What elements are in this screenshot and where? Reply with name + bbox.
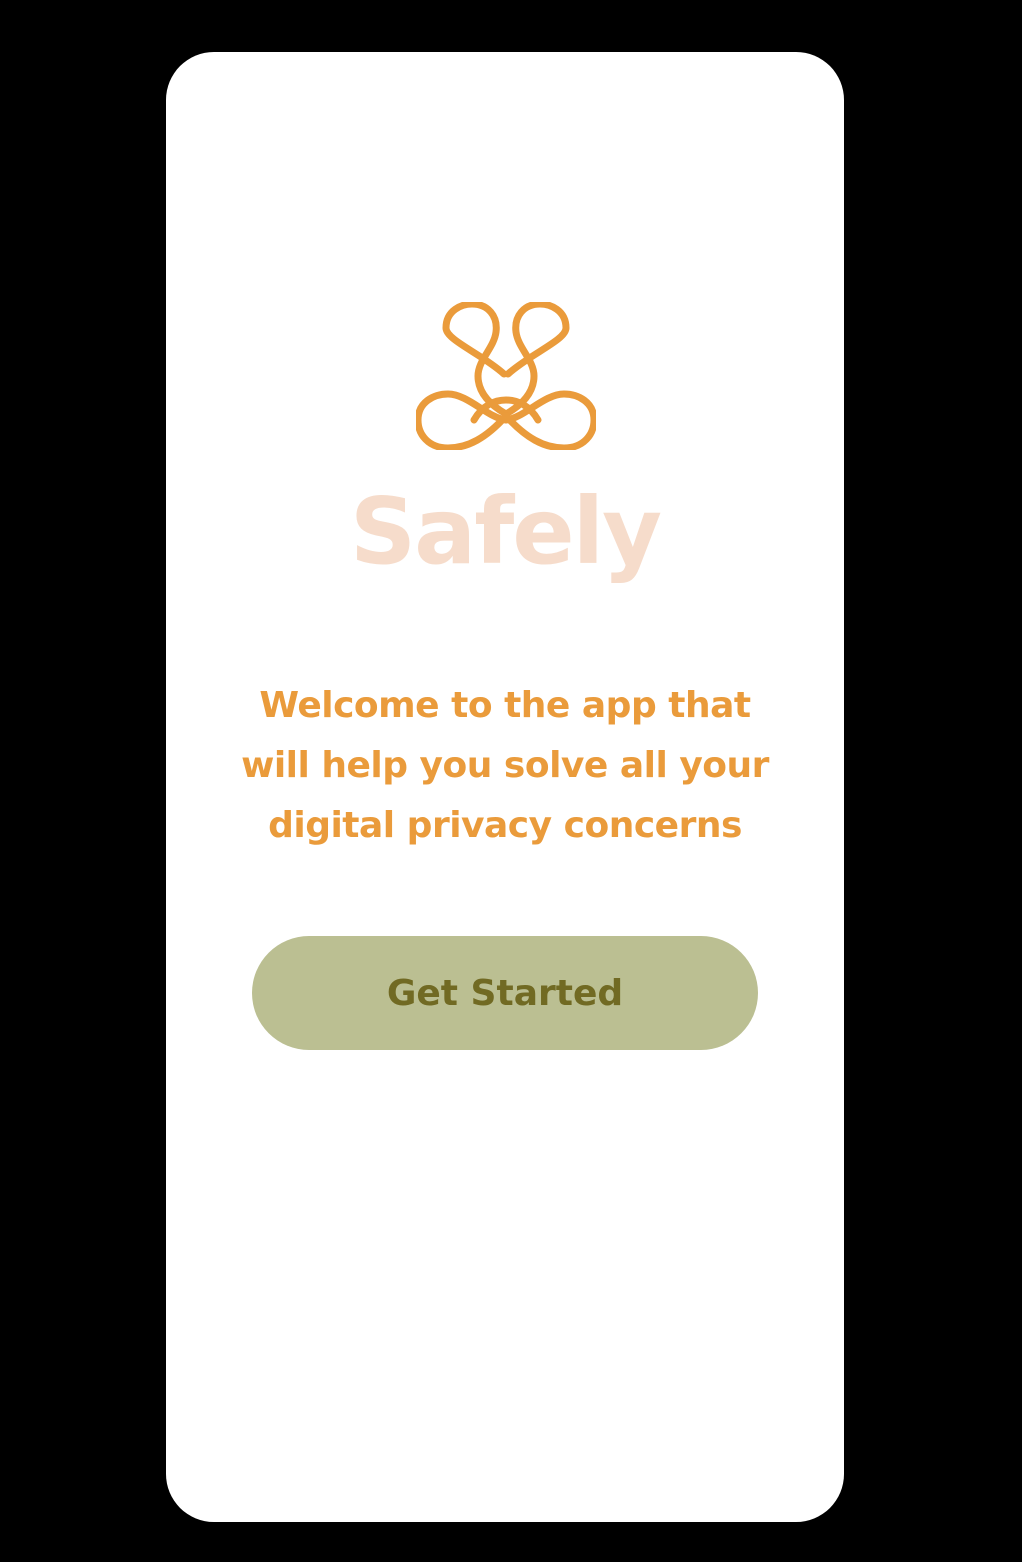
app-name-title: Safely (349, 478, 662, 585)
phone-screen: Safely Welcome to the app that will help… (166, 52, 844, 1522)
get-started-button[interactable]: Get Started (252, 936, 758, 1050)
welcome-message: Welcome to the app that will help you so… (241, 685, 769, 846)
knotted-loops-logo-icon (416, 302, 596, 450)
logo-strokes (416, 302, 596, 450)
